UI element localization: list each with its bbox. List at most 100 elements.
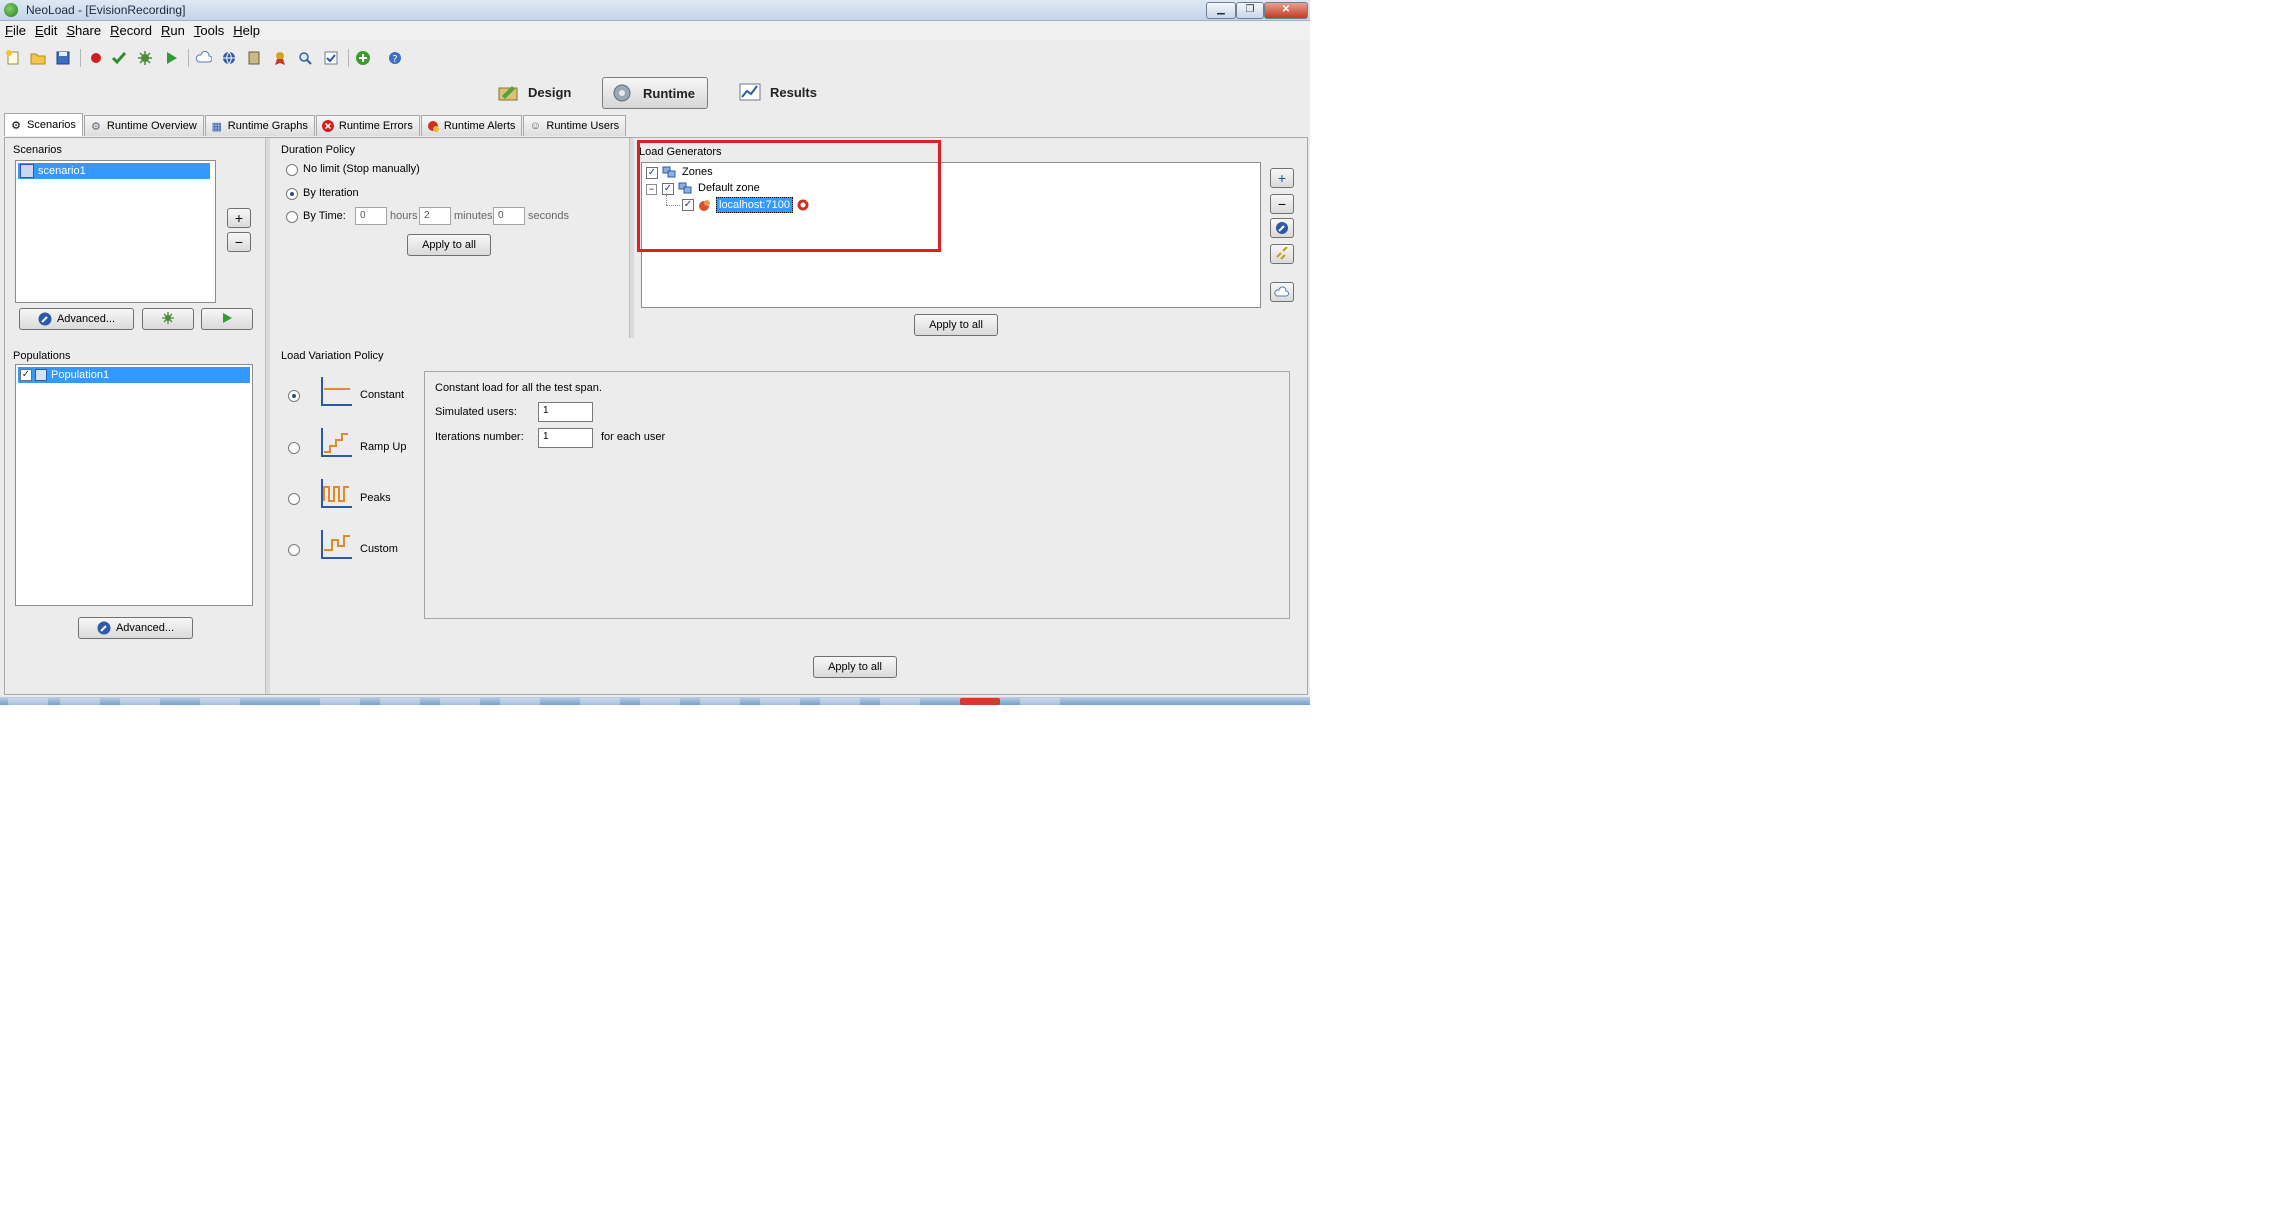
minutes-field[interactable]: 2 xyxy=(419,207,451,225)
remove-scenario-button[interactable]: − xyxy=(227,232,251,252)
menu-share[interactable]: Share xyxy=(61,21,105,38)
load-variation-apply-to-all-button[interactable]: Apply to all xyxy=(813,656,897,678)
constant-radio[interactable] xyxy=(288,390,300,402)
scenarios-label: Scenarios xyxy=(13,144,62,156)
tab-runtime-errors[interactable]: Runtime Errors xyxy=(315,115,420,136)
search-load-generator-button[interactable] xyxy=(1270,218,1294,238)
taskbar-item[interactable] xyxy=(500,698,540,705)
design-perspective-button[interactable]: Design xyxy=(496,77,571,107)
taskbar-item[interactable] xyxy=(640,698,680,705)
graphs-icon: ▦ xyxy=(211,120,222,133)
population-checkbox[interactable]: ✓ xyxy=(20,369,32,381)
restore-button[interactable]: ❐ xyxy=(1236,2,1264,19)
taskbar-item[interactable] xyxy=(8,698,48,705)
tab-runtime-users[interactable]: ☺ Runtime Users xyxy=(523,115,627,136)
menu-tools[interactable]: Tools xyxy=(189,21,228,38)
users-icon: ☺ xyxy=(529,120,541,132)
policy-description: Constant load for all the test span. xyxy=(435,382,602,394)
update-icon[interactable] xyxy=(354,49,372,67)
check-icon[interactable] xyxy=(110,49,128,67)
results-perspective-button[interactable]: Results xyxy=(738,77,817,107)
validate-icon[interactable] xyxy=(322,49,340,67)
tab-runtime-overview[interactable]: ⚙ Runtime Overview xyxy=(83,115,204,136)
overview-gear-icon: ⚙ xyxy=(90,120,101,133)
monitor-scenario-button[interactable] xyxy=(142,308,194,330)
svg-text:?: ? xyxy=(392,54,397,65)
close-button[interactable]: ✕ xyxy=(1264,2,1308,19)
simulated-users-input[interactable]: 1 xyxy=(538,402,593,422)
menu-edit[interactable]: Edit xyxy=(30,21,61,38)
taskbar-item[interactable] xyxy=(60,698,100,705)
neoload-window: NeoLoad - [EvisionRecording] ▁ ❐ ✕ File E… xyxy=(0,0,1310,705)
hours-field[interactable]: 0 xyxy=(355,207,387,225)
list-item[interactable]: ✓ Population1 xyxy=(18,367,250,383)
menu-run[interactable]: Run xyxy=(156,21,189,38)
taskbar-item[interactable] xyxy=(320,698,360,705)
tab-scenarios[interactable]: ⚙ Scenarios xyxy=(4,113,83,136)
taskbar-item[interactable] xyxy=(580,698,620,705)
tab-label: Runtime Alerts xyxy=(443,120,516,132)
hours-unit-label: hours xyxy=(390,210,418,222)
taskbar-item[interactable] xyxy=(760,698,800,705)
seconds-unit-label: seconds xyxy=(528,210,569,222)
globe-icon[interactable] xyxy=(220,49,238,67)
run-icon[interactable] xyxy=(162,49,180,67)
ramp-up-radio[interactable] xyxy=(288,442,300,454)
duration-apply-to-all-button[interactable]: Apply to all xyxy=(407,234,491,256)
taskbar-item[interactable] xyxy=(380,698,420,705)
record-icon[interactable] xyxy=(87,49,105,67)
taskbar-item[interactable] xyxy=(880,698,920,705)
tab-runtime-alerts[interactable]: Runtime Alerts xyxy=(420,115,523,136)
taskbar-item[interactable] xyxy=(1020,698,1060,705)
constant-label: Constant xyxy=(360,389,405,401)
run-scenario-button[interactable] xyxy=(201,308,253,330)
taskbar-item[interactable] xyxy=(440,698,480,705)
tab-label: Runtime Graphs xyxy=(227,120,308,132)
minimize-button[interactable]: ▁ xyxy=(1206,2,1236,19)
peaks-radio[interactable] xyxy=(288,493,300,505)
cloud-load-generator-button[interactable] xyxy=(1270,282,1294,302)
toolbar-separator xyxy=(188,49,189,67)
remove-load-generator-button[interactable]: − xyxy=(1270,194,1294,214)
badge-icon[interactable] xyxy=(271,49,289,67)
taskbar-item[interactable] xyxy=(700,698,740,705)
advanced-wrench-icon xyxy=(97,621,111,635)
menu-record[interactable]: Record xyxy=(105,21,156,38)
list-item[interactable]: scenario1 xyxy=(18,163,210,179)
custom-radio[interactable] xyxy=(288,544,300,556)
add-load-generator-button[interactable]: + xyxy=(1270,168,1294,188)
runtime-perspective-button[interactable]: Runtime xyxy=(602,77,708,109)
iterations-number-input[interactable]: 1 xyxy=(538,428,593,448)
ramp-up-policy-icon xyxy=(318,426,354,460)
populations-list: ✓ Population1 xyxy=(15,364,253,606)
search-icon xyxy=(1276,222,1288,234)
population-advanced-button[interactable]: Advanced... xyxy=(78,617,193,639)
taskbar-item[interactable] xyxy=(200,698,240,705)
open-project-icon[interactable] xyxy=(29,49,47,67)
zoom-icon[interactable] xyxy=(296,49,314,67)
splitter[interactable] xyxy=(265,138,270,694)
highlight-box xyxy=(637,140,941,252)
book-icon[interactable] xyxy=(245,49,263,67)
by-time-radio[interactable] xyxy=(286,211,298,223)
taskbar-item[interactable] xyxy=(120,698,160,705)
menu-file[interactable]: File xyxy=(0,21,30,38)
cloud-icon[interactable] xyxy=(195,49,213,67)
scenario-advanced-button[interactable]: Advanced... xyxy=(19,308,134,330)
monitor-icon[interactable] xyxy=(136,49,154,67)
load-generators-apply-to-all-button[interactable]: Apply to all xyxy=(914,314,998,336)
add-scenario-button[interactable]: + xyxy=(227,208,251,228)
help-icon[interactable]: ? xyxy=(386,49,404,67)
no-limit-radio[interactable] xyxy=(286,164,298,176)
save-icon[interactable] xyxy=(54,49,72,67)
custom-policy-icon xyxy=(318,528,354,562)
link-load-generator-button[interactable] xyxy=(1270,244,1294,264)
taskbar-item[interactable] xyxy=(960,698,1000,705)
splitter[interactable] xyxy=(629,138,634,338)
taskbar-item[interactable] xyxy=(820,698,860,705)
seconds-field[interactable]: 0 xyxy=(493,207,525,225)
new-project-icon[interactable] xyxy=(4,49,22,67)
by-iteration-radio[interactable] xyxy=(286,188,298,200)
tab-runtime-graphs[interactable]: ▦ Runtime Graphs xyxy=(204,115,315,136)
menu-help[interactable]: Help xyxy=(228,21,264,38)
